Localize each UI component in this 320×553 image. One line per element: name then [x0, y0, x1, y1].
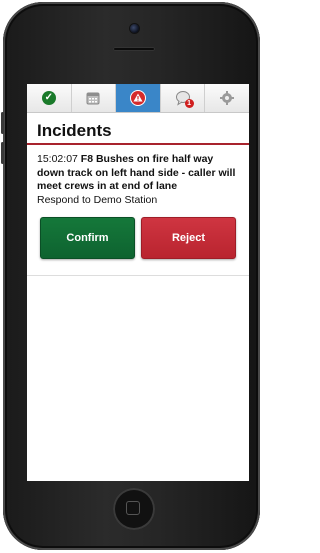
app-screen: ✓ 1 Incidents 15:02:07 F8 Bushes on fire… — [27, 84, 249, 481]
incident-time: 15:02:07 — [37, 153, 78, 165]
tab-calendar[interactable] — [72, 84, 117, 112]
page-title: Incidents — [27, 113, 249, 145]
incident-actions: Confirm Reject — [27, 213, 249, 276]
volume-down-button — [1, 142, 4, 164]
tab-messages[interactable]: 1 — [161, 84, 206, 112]
warning-icon — [129, 90, 146, 106]
front-camera — [130, 24, 139, 33]
message-count-badge: 1 — [184, 99, 194, 108]
tab-bar: ✓ 1 — [27, 84, 249, 113]
chat-bubble-icon: 1 — [174, 89, 194, 108]
tab-incidents[interactable] — [116, 84, 161, 112]
home-button[interactable] — [113, 488, 155, 530]
incident-respond-text: Respond to Demo Station — [37, 193, 158, 206]
check-circle-icon: ✓ — [41, 91, 56, 105]
tab-settings[interactable] — [205, 84, 249, 112]
reject-button[interactable]: Reject — [141, 217, 236, 259]
gear-icon — [220, 91, 235, 105]
tab-status[interactable]: ✓ — [27, 84, 72, 112]
incident-item: 15:02:07 F8 Bushes on fire half way down… — [27, 145, 249, 213]
phone-frame: ✓ 1 Incidents 15:02:07 F8 Bushes on fire… — [1, 2, 260, 550]
confirm-button[interactable]: Confirm — [40, 217, 135, 259]
earpiece-speaker — [113, 47, 155, 51]
volume-up-button — [1, 112, 4, 134]
calendar-icon — [86, 91, 100, 105]
